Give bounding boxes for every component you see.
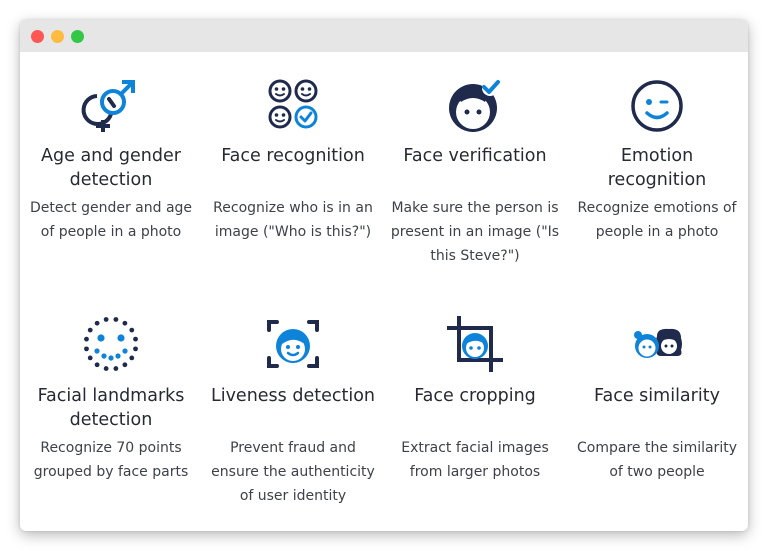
feature-title: Facial landmarks detection <box>37 386 185 430</box>
face-checkmark-icon <box>384 72 566 136</box>
feature-description: Recognize 70 points grouped by face part… <box>33 440 189 480</box>
feature-grid: Age and gender detection Detect gender a… <box>20 52 748 531</box>
feature-card-landmarks: Facial landmarks detection Recognize 70 … <box>20 312 202 484</box>
feature-title: Face recognition <box>221 146 365 166</box>
two-faces-icon <box>566 312 748 376</box>
landmark-dot <box>94 348 100 354</box>
winking-face-icon <box>566 72 748 136</box>
landmark-dot <box>117 334 125 342</box>
feature-title: Liveness detection <box>210 386 376 406</box>
feature-card-similarity: Face similarity Compare the similarity o… <box>566 312 748 484</box>
crop-face-icon <box>384 312 566 376</box>
app-window: Age and gender detection Detect gender a… <box>20 20 748 531</box>
landmark-dot <box>129 327 135 333</box>
feature-card-emotion: Emotion recognition Recognize emotions o… <box>566 72 748 244</box>
landmark-dot <box>113 366 119 371</box>
face-grid-check-icon <box>202 72 384 136</box>
landmark-dot <box>84 336 89 342</box>
feature-title: Emotion recognition <box>607 146 707 190</box>
title-bar <box>20 20 748 52</box>
landmark-dot <box>129 355 135 361</box>
feature-description: Recognize who is in an image ("Who is th… <box>213 200 373 240</box>
landmark-dot <box>108 355 114 361</box>
maximize-button[interactable] <box>71 30 84 43</box>
close-button[interactable] <box>31 30 44 43</box>
landmark-dot <box>87 355 93 361</box>
feature-description: Recognize emotions of people in a photo <box>577 200 737 240</box>
minimize-button[interactable] <box>51 30 64 43</box>
dotted-face-icon <box>20 312 202 376</box>
landmark-dot <box>97 334 105 342</box>
landmark-dot <box>133 346 138 352</box>
gender-symbols-icon <box>20 72 202 136</box>
landmark-dot <box>84 346 89 352</box>
feature-title: Face cropping <box>414 386 536 406</box>
feature-title: Age and gender detection <box>41 146 181 190</box>
landmark-dot <box>115 353 121 359</box>
feature-card-age-gender: Age and gender detection Detect gender a… <box>20 72 202 244</box>
feature-description: Prevent fraud and ensure the authenticit… <box>211 440 375 504</box>
landmark-dot <box>133 336 138 342</box>
landmark-dot <box>94 320 100 326</box>
feature-card-face-verification: Face verification Make sure the person i… <box>384 72 566 268</box>
feature-description: Extract facial images from larger photos <box>401 440 549 480</box>
feature-description: Compare the similarity of two people <box>577 440 737 480</box>
feature-title: Face similarity <box>594 386 720 406</box>
landmark-dot <box>122 362 128 368</box>
landmark-dot <box>122 348 128 354</box>
landmark-dot <box>94 362 100 368</box>
landmark-dot <box>122 320 128 326</box>
feature-description: Detect gender and age of people in a pho… <box>29 200 193 240</box>
landmark-dot <box>87 327 93 333</box>
feature-title: Face verification <box>403 146 547 166</box>
landmark-dot <box>103 366 109 371</box>
landmark-dot <box>113 317 119 322</box>
landmark-dot <box>101 353 107 359</box>
feature-card-cropping: Face cropping Extract facial images from… <box>384 312 566 484</box>
feature-card-face-recognition: Face recognition Recognize who is in an … <box>202 72 384 244</box>
landmark-dot <box>103 317 109 322</box>
feature-description: Make sure the person is present in an im… <box>390 200 560 264</box>
face-scan-frame-icon <box>202 312 384 376</box>
feature-card-liveness: Liveness detection Prevent fraud and ens… <box>202 312 384 508</box>
